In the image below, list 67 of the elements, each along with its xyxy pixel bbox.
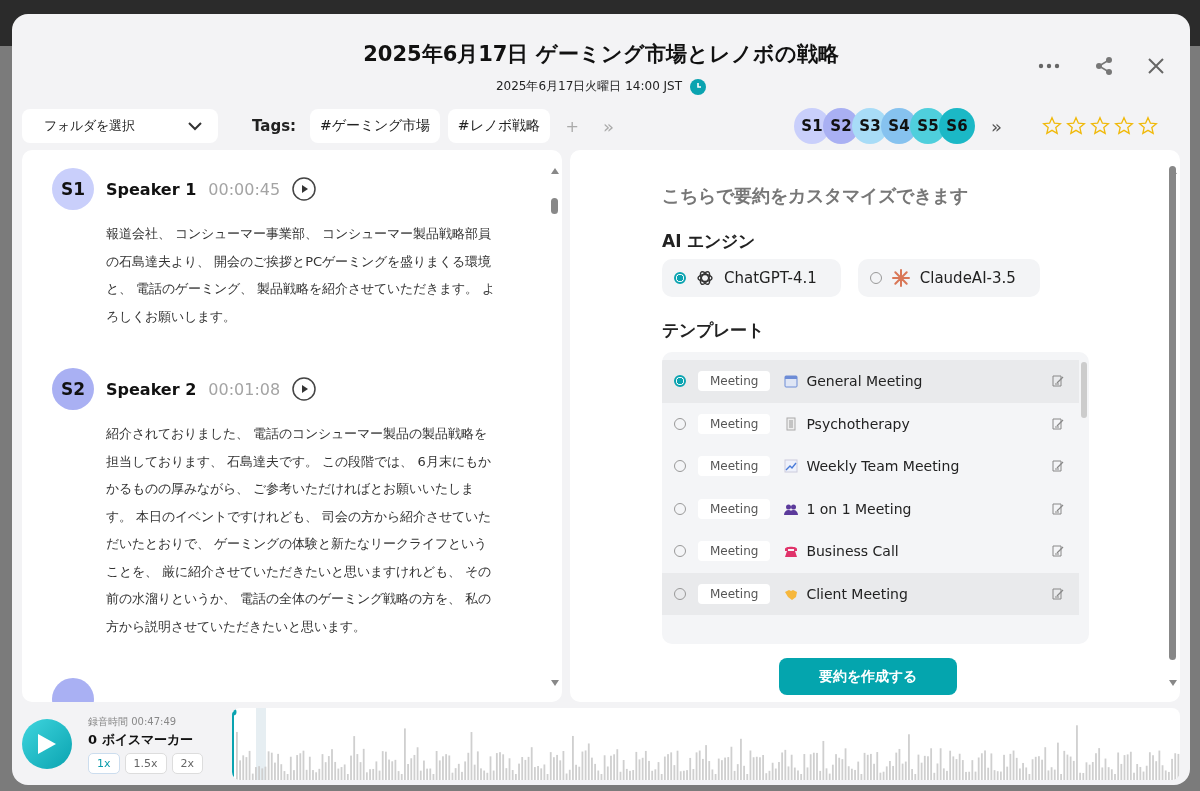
- line-chart-icon: [784, 459, 799, 474]
- engine-label: AI エンジン: [662, 230, 757, 253]
- template-row[interactable]: Meeting Business Call: [662, 530, 1079, 573]
- speaker-avatar: S2: [52, 368, 94, 410]
- transcript-text: 報道会社、 コンシューマー事業部、 コンシューマー製品戦略部員の石島達夫より、 開会のご挨拶とPCゲーミングを盛りまくる環境と、 電話のゲーミング、 製品戦略を紹介させていただきます。 よろしくお願いします。: [106, 225, 497, 326]
- template-name: Weekly Team Meeting: [806, 458, 961, 475]
- knot-icon: [696, 269, 714, 287]
- play-icon: [36, 732, 58, 756]
- speaker-name: Speaker 1: [106, 179, 197, 199]
- template-name: General Meeting: [806, 373, 924, 390]
- more-icon[interactable]: [1038, 63, 1060, 69]
- template-row[interactable]: Meeting Client Meeting: [662, 572, 1079, 615]
- engine-option[interactable]: ClaudeAI-3.5: [857, 259, 1040, 297]
- voice-marker-count: 0 ボイスマーカー: [88, 730, 194, 749]
- share-icon[interactable]: [1094, 56, 1114, 76]
- tag-chip[interactable]: #ゲーミング市場: [310, 109, 440, 143]
- summary-heading: こちらで要約をカスタマイズできます: [662, 184, 969, 208]
- template-row[interactable]: Meeting 1 on 1 Meeting: [662, 487, 1079, 530]
- category-tag: Meeting: [698, 541, 771, 562]
- transcript-text: 紹介されておりました、 電話のコンシューマー製品の製品戦略を担当しております、 石島達夫です。 この段階では、 6月末にもかかるものの厚みながら、 ご参考いただければとお願いいたします。 本日のイベントですけれども、 司会の方から紹介させていただいたとおりで、 ゲーミングの体験と新たなリークライフということを、 厳に紹介させていただきたいと思いますけれども、 その前の水溜りというか、 電話の全体のゲーミング戦略の方を、 私の方から説明させていただきたいと思います。: [106, 425, 493, 636]
- template-row[interactable]: Meeting General Meeting: [662, 360, 1079, 403]
- calendar-icon: [784, 374, 799, 389]
- template-name: Business Call: [806, 543, 900, 560]
- speaker-chip[interactable]: S6: [939, 108, 975, 144]
- waveform-drawing[interactable]: [232, 708, 1180, 780]
- engine-option[interactable]: ChatGPT-4.1: [662, 259, 841, 297]
- category-tag: Meeting: [698, 583, 771, 604]
- duration: 00:47:49: [131, 715, 177, 727]
- category-tag: Meeting: [698, 498, 771, 519]
- edit-icon[interactable]: [1051, 501, 1065, 516]
- close-icon[interactable]: [1148, 58, 1164, 74]
- category-tag: Meeting: [698, 413, 771, 434]
- radio-button[interactable]: [674, 272, 686, 284]
- category-tag: Meeting: [698, 456, 771, 477]
- radio-button[interactable]: [674, 375, 686, 388]
- play-button[interactable]: [22, 719, 72, 769]
- template-name: Psychotherapy: [806, 415, 911, 432]
- play-icon[interactable]: [292, 377, 317, 401]
- speed-button[interactable]: 1.5x: [124, 752, 167, 774]
- recording-datetime: 2025年6月17日火曜日 14:00 JST: [495, 78, 683, 95]
- speaker-name: Speaker 2: [106, 379, 197, 399]
- telephone-icon: [784, 544, 799, 559]
- clock-icon: [690, 78, 707, 95]
- edit-icon[interactable]: [1051, 374, 1065, 389]
- play-icon[interactable]: [292, 177, 317, 201]
- edit-icon[interactable]: [1051, 586, 1065, 601]
- chevron-down-icon: [188, 121, 202, 131]
- recording-title: 2025年6月17日 ゲーミング市場とレノボの戦略: [363, 41, 839, 68]
- template-row[interactable]: Meeting Psychotherapy: [662, 402, 1079, 445]
- tag-chip[interactable]: #レノボ戦略: [447, 109, 550, 143]
- duration-label: 録音時間: [88, 715, 128, 727]
- template-name: 1 on 1 Meeting: [806, 500, 913, 517]
- edit-icon[interactable]: [1051, 544, 1065, 559]
- template-label: テンプレート: [662, 319, 765, 342]
- folder-dropdown[interactable]: フォルダを選択: [22, 109, 218, 143]
- edit-icon[interactable]: [1051, 459, 1065, 474]
- template-row[interactable]: Meeting Weekly Team Meeting: [662, 445, 1079, 488]
- speaker-avatar: S1: [52, 168, 94, 210]
- category-tag: Meeting: [698, 371, 771, 392]
- star-rating[interactable]: [1042, 116, 1158, 136]
- document-icon: [784, 416, 799, 431]
- tags-label: Tags:: [252, 117, 297, 135]
- more-speakers-button[interactable]: »: [983, 115, 1010, 137]
- speed-button[interactable]: 2x: [171, 752, 204, 774]
- template-name: Client Meeting: [806, 585, 909, 602]
- starburst-icon: [891, 269, 910, 287]
- edit-icon[interactable]: [1051, 416, 1065, 431]
